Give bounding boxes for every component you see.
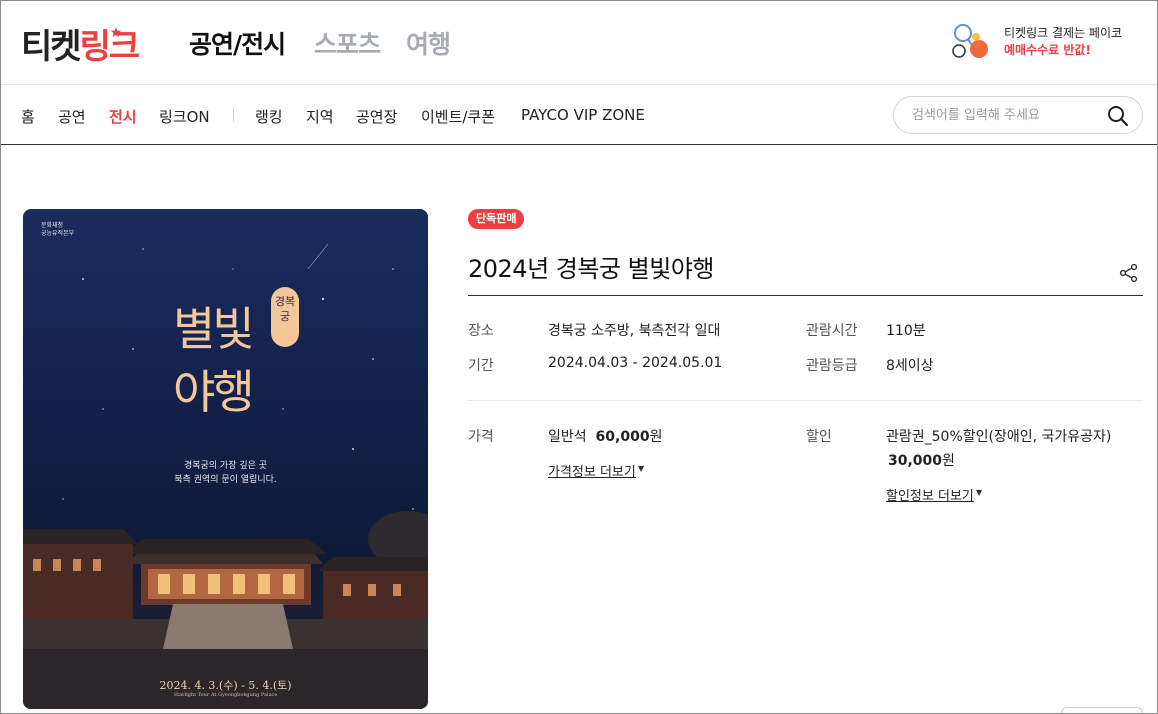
discount-name: 관람권_50%할인(장애인, 국가유공자) [886, 429, 1112, 445]
nav-item-linkon[interactable]: 링크ON [159, 106, 210, 127]
nav-item-region[interactable]: 지역 [306, 106, 334, 127]
main-nav: 홈 공연 전시 링크ON 랭킹 지역 공연장 이벤트/쿠폰 PAYCO VIP … [1, 86, 1157, 145]
logo-text-2: 링크 ★ [80, 25, 141, 67]
poster-organizer: 문화재청 궁능유적본부 [41, 222, 75, 237]
product-title: 2024년 경복궁 별빛야행 [468, 255, 714, 283]
nav-item-venue[interactable]: 공연장 [356, 106, 397, 127]
runtime-value: 110분 [886, 323, 926, 339]
poster-subtitle-1: 경복궁의 가장 깊은 곳 [183, 461, 268, 471]
place-label: 장소 [468, 323, 494, 339]
exclusive-sale-badge: 단독판매 [468, 209, 525, 229]
nav-item-performance[interactable]: 공연 [58, 106, 86, 127]
category-travel[interactable]: 여행 [406, 25, 451, 61]
price-label: 가격 [468, 429, 494, 445]
star-icon: ★ [109, 25, 122, 41]
poster-title-1: 별빛 [173, 302, 255, 356]
partial-button[interactable] [1061, 707, 1143, 713]
ticketlink-logo[interactable]: 티켓 링크 ★ [21, 19, 141, 67]
top-header: 티켓 링크 ★ 공연/전시 스포츠 여행 티켓링크 결제는 페이코 예매수수료 반… [1, 1, 1157, 85]
page: 티켓 링크 ★ 공연/전시 스포츠 여행 티켓링크 결제는 페이코 예매수수료 반… [0, 0, 1158, 714]
rating-value: 8세이상 [886, 358, 934, 374]
nav-item-payco-vip[interactable]: PAYCO VIP ZONE [521, 106, 645, 124]
discount-price: 30,000원 [888, 453, 955, 469]
caret-down-icon[interactable]: ▼ [976, 488, 982, 497]
poster-tag: 경복궁 [271, 287, 299, 347]
search-input[interactable] [912, 105, 1102, 125]
category-performance-exhibition[interactable]: 공연/전시 [189, 25, 286, 61]
info-divider [468, 400, 1143, 401]
period-value: 2024.04.03 - 2024.05.01 [548, 355, 723, 371]
search-icon[interactable] [1106, 104, 1130, 128]
price-info-more-link[interactable]: 가격정보 더보기 [548, 461, 636, 480]
poster-date-en: Starlight Tour At Gyeongbokgung Palace [173, 692, 278, 698]
poster-date: 2024. 4. 3.(수) - 5. 4.(토) [159, 679, 292, 692]
rating-label: 관람등급 [806, 358, 858, 374]
logo-text-1: 티켓 [21, 27, 82, 67]
runtime-label: 관람시간 [806, 323, 858, 339]
caret-down-icon[interactable]: ▼ [638, 464, 644, 473]
nav-item-event-coupon[interactable]: 이벤트/쿠폰 [421, 106, 495, 127]
price-value: 일반석 60,000원 [548, 429, 663, 445]
sports-balls-icon [952, 24, 988, 58]
promo-line-1: 티켓링크 결제는 페이코 [1004, 26, 1123, 40]
event-poster: 문화재청 궁능유적본부 경복궁 별빛 야행 경복궁의 가장 깊은 곳 북측 권역의… [23, 209, 428, 709]
title-divider [468, 295, 1143, 296]
nav-item-home[interactable]: 홈 [21, 106, 35, 127]
nav-item-exhibition[interactable]: 전시 [109, 106, 137, 127]
poster-title-2: 야행 [173, 365, 255, 419]
promo-line-2: 예매수수료 반값! [1004, 43, 1091, 57]
search-box [893, 96, 1143, 134]
poster-subtitle-2: 북측 권역의 문이 열립니다. [174, 475, 277, 485]
discount-label: 할인 [806, 429, 832, 445]
nav-divider [233, 107, 234, 122]
discount-info-more-link[interactable]: 할인정보 더보기 [886, 485, 974, 504]
category-sports[interactable]: 스포츠 [314, 25, 381, 61]
share-icon[interactable] [1119, 263, 1139, 283]
place-value: 경복궁 소주방, 북측전각 일대 [548, 323, 721, 339]
period-label: 기간 [468, 358, 494, 374]
payco-promo-banner[interactable]: 티켓링크 결제는 페이코 예매수수료 반값! [951, 21, 1151, 61]
nav-item-ranking[interactable]: 랭킹 [255, 106, 283, 127]
